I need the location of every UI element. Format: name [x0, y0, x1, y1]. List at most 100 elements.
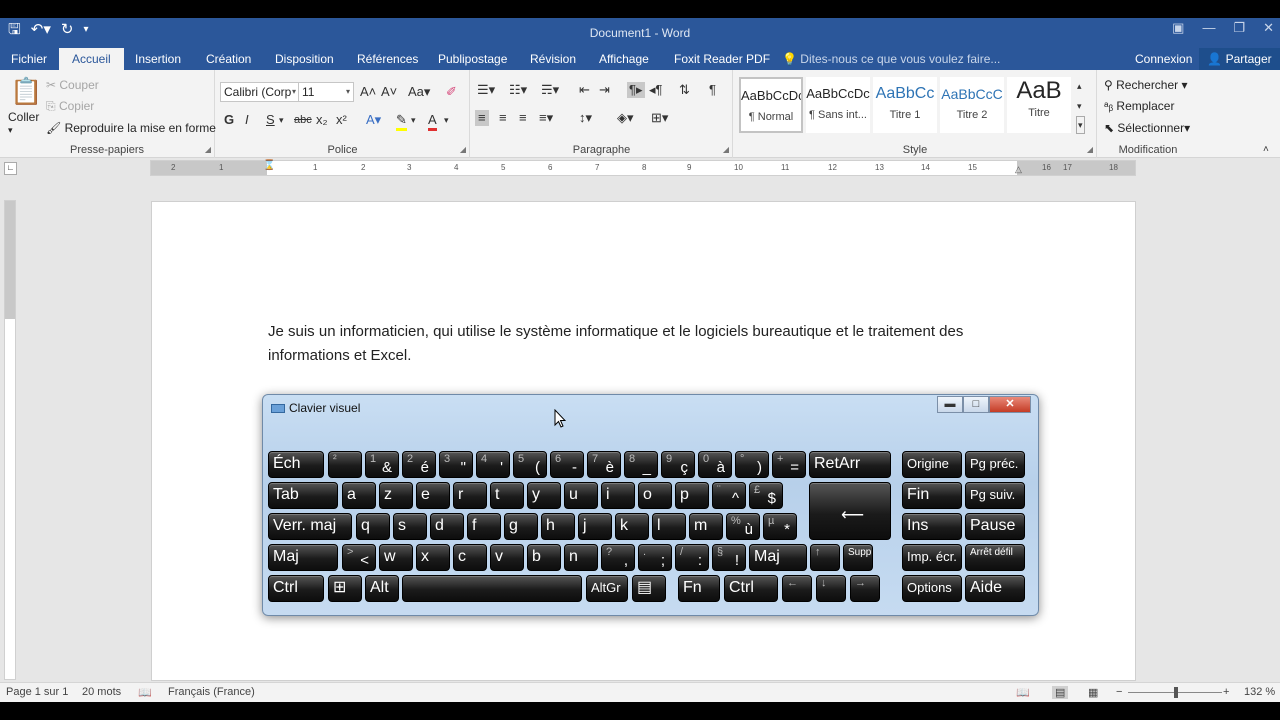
osk-key[interactable]: c: [453, 544, 487, 571]
osk-key[interactable]: + =: [772, 451, 806, 478]
osk-key[interactable]: 5(: [513, 451, 547, 478]
styles-launcher-icon[interactable]: ◢: [1087, 145, 1093, 154]
osk-key[interactable]: Aide: [965, 575, 1025, 602]
font-size-dropdown-icon[interactable]: ▾: [346, 83, 350, 101]
grow-font-icon[interactable]: A˄: [360, 84, 376, 100]
tab-mailings[interactable]: Publipostage: [438, 48, 507, 70]
share-button[interactable]: 👤 Partager: [1199, 48, 1280, 70]
osk-key[interactable]: k: [615, 513, 649, 540]
style-no-spacing[interactable]: AaBbCcDc ¶ Sans int...: [806, 77, 870, 133]
osk-key[interactable]: e: [416, 482, 450, 509]
style-heading-2[interactable]: AaBbCcC Titre 2: [940, 77, 1004, 133]
osk-key[interactable]: Fin: [902, 482, 962, 509]
osk-minimize-icon[interactable]: ▬: [937, 396, 963, 413]
osk-key[interactable]: Imp. écr.: [902, 544, 962, 571]
font-color-dropdown-icon[interactable]: ▾: [444, 112, 449, 128]
bold-button[interactable]: G: [224, 112, 234, 128]
osk-key[interactable]: z: [379, 482, 413, 509]
osk-key[interactable]: 2é: [402, 451, 436, 478]
underline-dropdown-icon[interactable]: ▾: [279, 112, 284, 128]
osk-key[interactable]: n: [564, 544, 598, 571]
osk-key[interactable]: o: [638, 482, 672, 509]
osk-key[interactable]: ↓: [816, 575, 846, 602]
paragraph-launcher-icon[interactable]: ◢: [723, 145, 729, 154]
word-count[interactable]: 20 mots: [82, 686, 121, 698]
font-name-dropdown-icon[interactable]: ▾: [292, 83, 296, 101]
horizontal-ruler[interactable]: 2 1 1 2 3 4 5 6 7 8 9 10 11 12 13 14 15 …: [150, 160, 1136, 176]
numbering-icon[interactable]: ☷▾: [509, 82, 527, 98]
osk-key[interactable]: Arrêt défil: [965, 544, 1025, 571]
osk-key[interactable]: > <: [342, 544, 376, 571]
osk-key[interactable]: 7è: [587, 451, 621, 478]
language-indicator[interactable]: Français (France): [168, 686, 255, 698]
tab-view[interactable]: Affichage: [599, 48, 649, 70]
tab-home[interactable]: Accueil: [59, 48, 124, 70]
tab-layout[interactable]: Disposition: [275, 48, 334, 70]
collapse-ribbon-icon[interactable]: ˄: [1263, 142, 1269, 158]
italic-button[interactable]: I: [245, 112, 249, 128]
zoom-slider-thumb[interactable]: [1174, 687, 1178, 698]
osk-key[interactable]: r: [453, 482, 487, 509]
bullets-icon[interactable]: ☰▾: [477, 82, 495, 98]
proofing-icon[interactable]: 📖: [138, 686, 152, 699]
osk-key[interactable]: q: [356, 513, 390, 540]
text-effects-icon[interactable]: A▾: [366, 112, 381, 128]
show-marks-icon[interactable]: ¶: [709, 82, 716, 98]
osk-key[interactable]: ?,: [601, 544, 635, 571]
osk-key[interactable]: 1 &: [365, 451, 399, 478]
osk-key[interactable]: x: [416, 544, 450, 571]
osk-key[interactable]: ²: [328, 451, 362, 478]
change-case-button[interactable]: Aa▾: [408, 84, 430, 100]
shrink-font-icon[interactable]: A˅: [381, 84, 397, 100]
shading-icon[interactable]: ◈▾: [617, 110, 634, 126]
osk-key[interactable]: ¨ ^: [712, 482, 746, 509]
osk-key[interactable]: §!: [712, 544, 746, 571]
borders-icon[interactable]: ⊞▾: [651, 110, 668, 126]
osk-key[interactable]: Éch: [268, 451, 324, 478]
page-count[interactable]: Page 1 sur 1: [6, 686, 68, 698]
ltr-icon[interactable]: ¶▸: [627, 82, 645, 98]
increase-indent-icon[interactable]: ⇥: [599, 82, 610, 98]
osk-key[interactable]: £ $: [749, 482, 783, 509]
osk-key[interactable]: p: [675, 482, 709, 509]
tab-stop-selector[interactable]: ∟: [4, 162, 17, 175]
right-indent-marker-icon[interactable]: △: [1015, 164, 1022, 175]
osk-key[interactable]: Ctrl: [724, 575, 778, 602]
osk-key[interactable]: AltGr: [586, 575, 628, 602]
paste-button[interactable]: Coller: [8, 110, 39, 124]
underline-button[interactable]: S: [266, 112, 275, 128]
justify-icon[interactable]: ≡▾: [539, 110, 553, 126]
osk-key[interactable]: Alt: [365, 575, 399, 602]
osk-key[interactable]: f: [467, 513, 501, 540]
align-center-icon[interactable]: ≡: [499, 110, 507, 126]
minimize-icon[interactable]: —: [1202, 20, 1215, 36]
tab-review[interactable]: Révision: [530, 48, 576, 70]
ribbon-display-icon[interactable]: ▣: [1172, 20, 1184, 36]
osk-key[interactable]: Pg préc.: [965, 451, 1025, 478]
document-body-text[interactable]: Je suis un informaticien, qui utilise le…: [268, 320, 968, 368]
osk-key[interactable]: l: [652, 513, 686, 540]
zoom-in-icon[interactable]: +: [1223, 686, 1229, 698]
osk-key[interactable]: w: [379, 544, 413, 571]
osk-key[interactable]: 8 _: [624, 451, 658, 478]
read-mode-icon[interactable]: 📖: [1016, 686, 1030, 699]
style-heading-1[interactable]: AaBbCc Titre 1: [873, 77, 937, 133]
line-spacing-icon[interactable]: ↕▾: [579, 110, 592, 126]
osk-key[interactable]: b: [527, 544, 561, 571]
osk-key[interactable]: i: [601, 482, 635, 509]
osk-key[interactable]: →: [850, 575, 880, 602]
osk-key[interactable]: Maj: [749, 544, 807, 571]
osk-key[interactable]: Pg suiv.: [965, 482, 1025, 509]
osk-key[interactable]: Verr. maj: [268, 513, 352, 540]
clear-formatting-icon[interactable]: ✐: [446, 84, 457, 100]
styles-more-icon[interactable]: ▾: [1076, 116, 1085, 134]
replace-button[interactable]: ᵃᵦ Remplacer: [1104, 99, 1174, 113]
osk-key[interactable]: a: [342, 482, 376, 509]
style-title[interactable]: AaB Titre: [1007, 77, 1071, 133]
decrease-indent-icon[interactable]: ⇤: [579, 82, 590, 98]
superscript-button[interactable]: x²: [336, 112, 347, 128]
osk-key[interactable]: u: [564, 482, 598, 509]
osk-key[interactable]: s: [393, 513, 427, 540]
format-painter-button[interactable]: 🖌 Reproduire la mise en forme: [46, 121, 216, 135]
tell-me-search[interactable]: 💡 Dites-nous ce que vous voulez faire...: [782, 48, 1000, 70]
